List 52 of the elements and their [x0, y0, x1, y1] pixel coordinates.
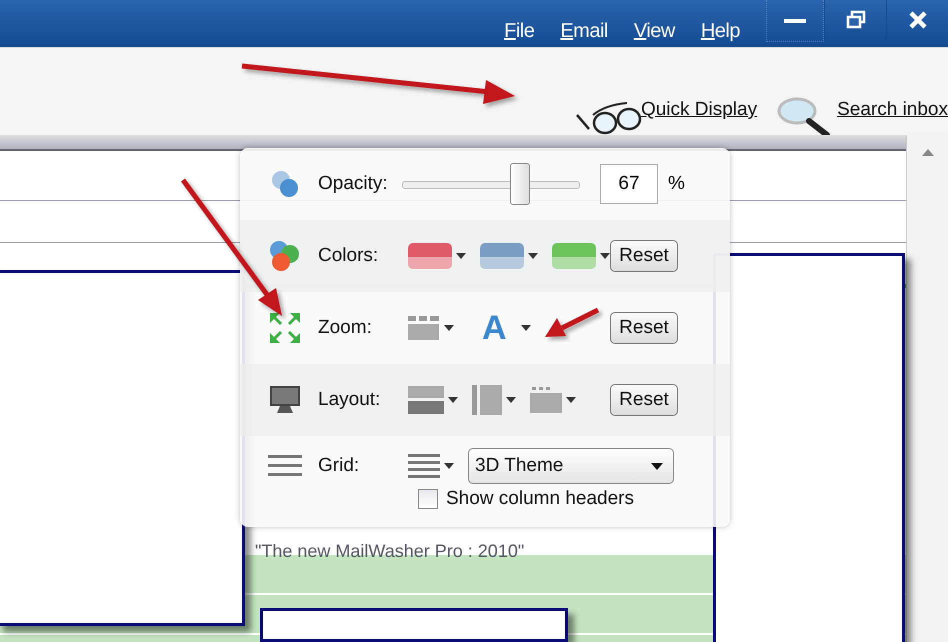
toolbar-link[interactable]: Quick Display	[640, 99, 758, 121]
reset-button[interactable]: Reset	[610, 240, 678, 272]
caret-icon	[528, 253, 538, 259]
lines-icon	[408, 452, 440, 480]
caret-icon	[506, 397, 516, 403]
expand-icon	[268, 311, 302, 345]
menu-item[interactable]: Email	[560, 20, 608, 43]
theme-select[interactable]: 3D Theme	[468, 448, 674, 484]
layout-label: Layout:	[318, 389, 382, 411]
slider-thumb[interactable]	[510, 163, 530, 205]
caret-icon	[444, 325, 454, 331]
menu-item[interactable]: Help	[700, 20, 740, 43]
minimize-button[interactable]	[766, 0, 824, 42]
vertical-split-icon	[472, 385, 502, 415]
colors-label: Colors:	[318, 245, 380, 267]
color-dropdown[interactable]	[480, 243, 538, 269]
reset-button[interactable]: Reset	[610, 384, 678, 416]
checkbox-label: Show column headers	[446, 488, 634, 510]
colors-icon	[268, 239, 302, 273]
close-icon	[908, 10, 928, 30]
checkbox[interactable]	[418, 489, 438, 509]
grid-lines-dropdown[interactable]	[408, 452, 454, 480]
caret-icon	[444, 463, 454, 469]
layout-dropdown[interactable]	[530, 385, 576, 415]
message-subject: "The new MailWasher Pro : 2010"	[255, 541, 524, 562]
panel-icon	[530, 387, 562, 413]
grid-label: Grid:	[318, 455, 360, 477]
caret-icon	[448, 397, 458, 403]
caret-icon	[520, 325, 531, 331]
restore-icon	[846, 10, 866, 30]
color-dropdown[interactable]	[552, 243, 610, 269]
scroll-up-icon[interactable]	[920, 147, 934, 157]
reset-button[interactable]: Reset	[610, 312, 678, 344]
opacity-label: Opacity:	[318, 173, 389, 195]
opacity-slider[interactable]	[402, 163, 580, 205]
caret-icon	[456, 253, 466, 259]
horizontal-split-icon	[408, 386, 444, 414]
toolbar-link[interactable]: Search inbox	[837, 99, 948, 121]
zoom-label: Zoom:	[318, 317, 373, 339]
arrow-annotation	[545, 308, 600, 337]
percent-label: %	[668, 173, 685, 195]
layout-dropdown[interactable]	[472, 385, 516, 415]
minimize-icon	[784, 16, 806, 24]
caret-icon	[566, 397, 576, 403]
caret-icon	[600, 253, 610, 259]
caret-icon	[651, 462, 663, 470]
color-dropdown[interactable]	[408, 243, 466, 269]
grid-size-icon	[408, 316, 440, 340]
font-size-dropdown[interactable]: A	[482, 311, 531, 345]
opacity-input[interactable]: 67	[600, 164, 658, 204]
menu-item[interactable]: File	[504, 20, 534, 43]
menu-item[interactable]: View	[634, 20, 675, 43]
